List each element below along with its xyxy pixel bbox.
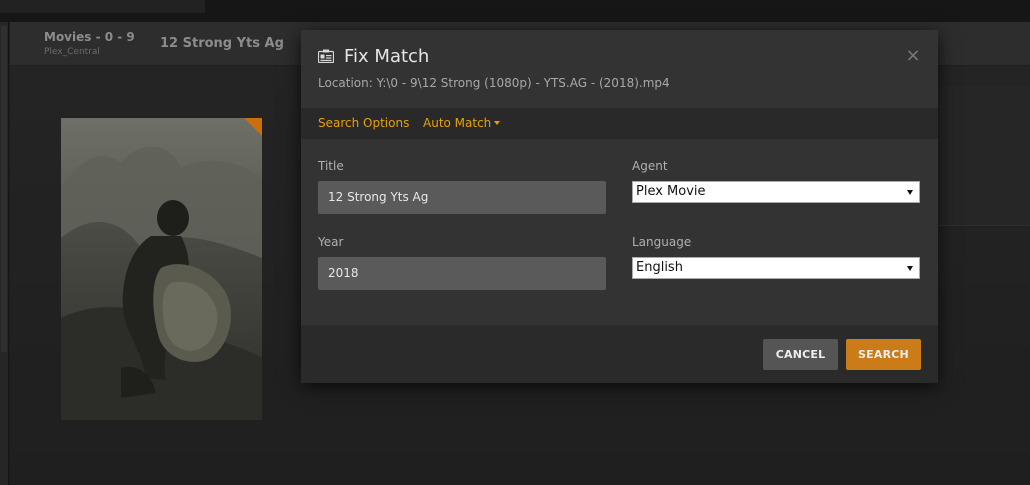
year-label: Year: [318, 235, 344, 249]
left-scrollbar[interactable]: [0, 22, 9, 485]
server-name: Plex_Central: [44, 47, 100, 57]
dropdown-arrow-icon: [907, 190, 913, 195]
fix-match-dialog: Fix Match × Location: Y:\0 - 9\12 Strong…: [301, 30, 938, 383]
poster-corner-badge: [244, 118, 262, 136]
file-location: Location: Y:\0 - 9\12 Strong (1080p) - Y…: [318, 76, 670, 90]
language-label: Language: [632, 235, 692, 249]
language-select[interactable]: English: [632, 257, 920, 279]
dialog-body: Title Year Agent Plex Movie Language Eng…: [301, 139, 938, 325]
movie-poster[interactable]: [61, 118, 262, 420]
title-label: Title: [318, 159, 344, 173]
scrollbar-thumb[interactable]: [1, 26, 7, 352]
title-input[interactable]: [318, 181, 606, 214]
tab-search-options[interactable]: Search Options: [318, 116, 409, 130]
cancel-button[interactable]: CANCEL: [763, 339, 838, 370]
tab-auto-match-label: Auto Match: [423, 116, 492, 130]
dialog-footer: CANCEL SEARCH: [301, 325, 938, 383]
agent-label: Agent: [632, 159, 668, 173]
details-panel: [938, 86, 1030, 226]
search-button[interactable]: SEARCH: [846, 339, 921, 370]
close-icon[interactable]: ×: [904, 47, 922, 65]
dropdown-arrow-icon: [907, 266, 913, 271]
agent-select[interactable]: Plex Movie: [632, 181, 920, 203]
poster-image: [61, 118, 262, 420]
language-select-value: English: [636, 260, 683, 275]
agent-select-value: Plex Movie: [636, 184, 706, 199]
dialog-title: Fix Match: [344, 46, 430, 67]
top-bar: [0, 0, 1030, 22]
library-title[interactable]: Movies - 0 - 9: [44, 30, 135, 44]
top-bar-segment: [0, 0, 205, 13]
dialog-header: Fix Match × Location: Y:\0 - 9\12 Strong…: [301, 30, 938, 108]
caret-down-icon: [494, 120, 501, 125]
page-movie-title: 12 Strong Yts Ag: [160, 36, 284, 51]
tab-auto-match[interactable]: Auto Match: [423, 116, 501, 130]
id-card-icon: [318, 49, 334, 63]
dialog-tabs: Search Options Auto Match: [301, 108, 938, 139]
year-input[interactable]: [318, 257, 606, 290]
